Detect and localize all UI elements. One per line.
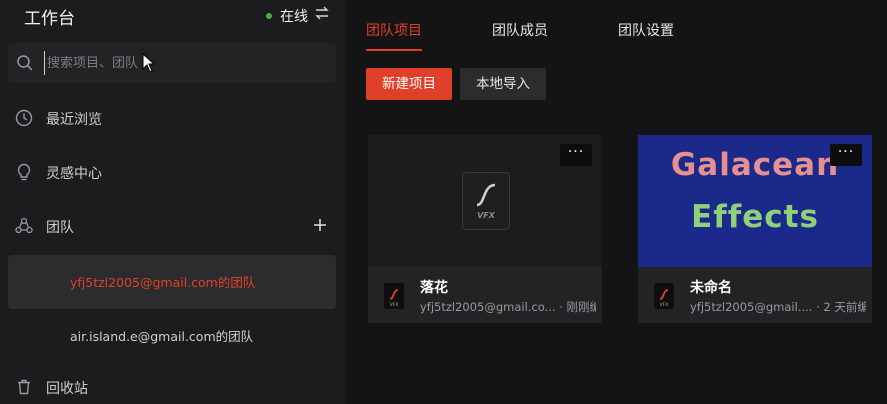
sidebar-item-label: 团队 (46, 220, 74, 236)
mouse-cursor-icon (142, 53, 156, 73)
sidebar: 工作台 在线 最近浏览 灵感中心 团队 (0, 0, 346, 404)
swap-icon[interactable] (314, 5, 330, 21)
sidebar-item-label: 最近浏览 (46, 112, 102, 128)
trash-icon (15, 378, 33, 396)
sidebar-item-inspiration[interactable]: 灵感中心 (0, 154, 346, 190)
active-tab-indicator (366, 49, 422, 51)
tab-team-members[interactable]: 团队成员 (492, 20, 548, 40)
new-project-button[interactable]: 新建项目 (366, 68, 452, 100)
svg-text:VFX: VFX (660, 302, 669, 308)
team-item-active[interactable]: yfj5tzl2005@gmail.com的团队 (8, 255, 336, 309)
sidebar-item-label: 灵感中心 (46, 166, 102, 182)
project-meta: yfj5tzl2005@gmail.co... · 刚刚编 (420, 300, 596, 314)
tab-team-settings[interactable]: 团队设置 (618, 20, 674, 40)
project-thumbnail[interactable]: VFX ··· (368, 135, 602, 267)
vfx-file-icon: VFX (384, 283, 404, 309)
online-status[interactable]: 在线 (266, 6, 308, 26)
online-dot-icon (266, 13, 272, 19)
project-thumbnail[interactable]: Galacean Effects ··· (638, 135, 872, 267)
vfx-logo-label: VFX (477, 211, 495, 220)
vfx-logo-icon: VFX (462, 172, 510, 230)
tab-team-projects[interactable]: 团队项目 (366, 20, 422, 40)
vfx-file-icon: VFX (654, 283, 674, 309)
sidebar-item-team[interactable]: 团队 (0, 208, 346, 244)
team-item-label: air.island.e@gmail.com的团队 (70, 329, 254, 344)
sidebar-item-trash[interactable]: 回收站 (0, 369, 346, 404)
team-icon (15, 217, 33, 235)
online-status-label: 在线 (280, 9, 308, 25)
lightbulb-icon (15, 163, 33, 181)
project-meta: yfj5tzl2005@gmail.... · 2 天前编 (690, 300, 866, 314)
project-card[interactable]: VFX ··· VFX 落花 yfj5tzl2005@gmail.co... ·… (368, 135, 602, 323)
search-box[interactable] (8, 43, 336, 83)
search-icon (16, 54, 34, 76)
local-import-button[interactable]: 本地导入 (460, 68, 546, 100)
sidebar-item-recent[interactable]: 最近浏览 (0, 100, 346, 136)
team-item[interactable]: air.island.e@gmail.com的团队 (8, 309, 336, 363)
search-input[interactable] (44, 51, 324, 75)
clock-icon (15, 109, 33, 127)
thumbnail-text-line2: Effects (691, 199, 819, 235)
project-name: 落花 (420, 280, 448, 296)
team-item-label: yfj5tzl2005@gmail.com的团队 (70, 275, 256, 290)
more-options-button[interactable]: ··· (830, 144, 862, 166)
main-content: 团队项目 团队成员 团队设置 新建项目 本地导入 VFX ··· VFX 落花 … (346, 0, 887, 404)
project-name: 未命名 (690, 280, 732, 296)
svg-text:VFX: VFX (390, 302, 399, 308)
project-card[interactable]: Galacean Effects ··· VFX 未命名 yfj5tzl2005… (638, 135, 872, 323)
more-options-button[interactable]: ··· (560, 144, 592, 166)
sidebar-header: 工作台 在线 (0, 0, 346, 32)
add-team-icon[interactable] (312, 217, 328, 233)
app-title: 工作台 (24, 9, 75, 29)
sidebar-item-label: 回收站 (46, 381, 88, 397)
